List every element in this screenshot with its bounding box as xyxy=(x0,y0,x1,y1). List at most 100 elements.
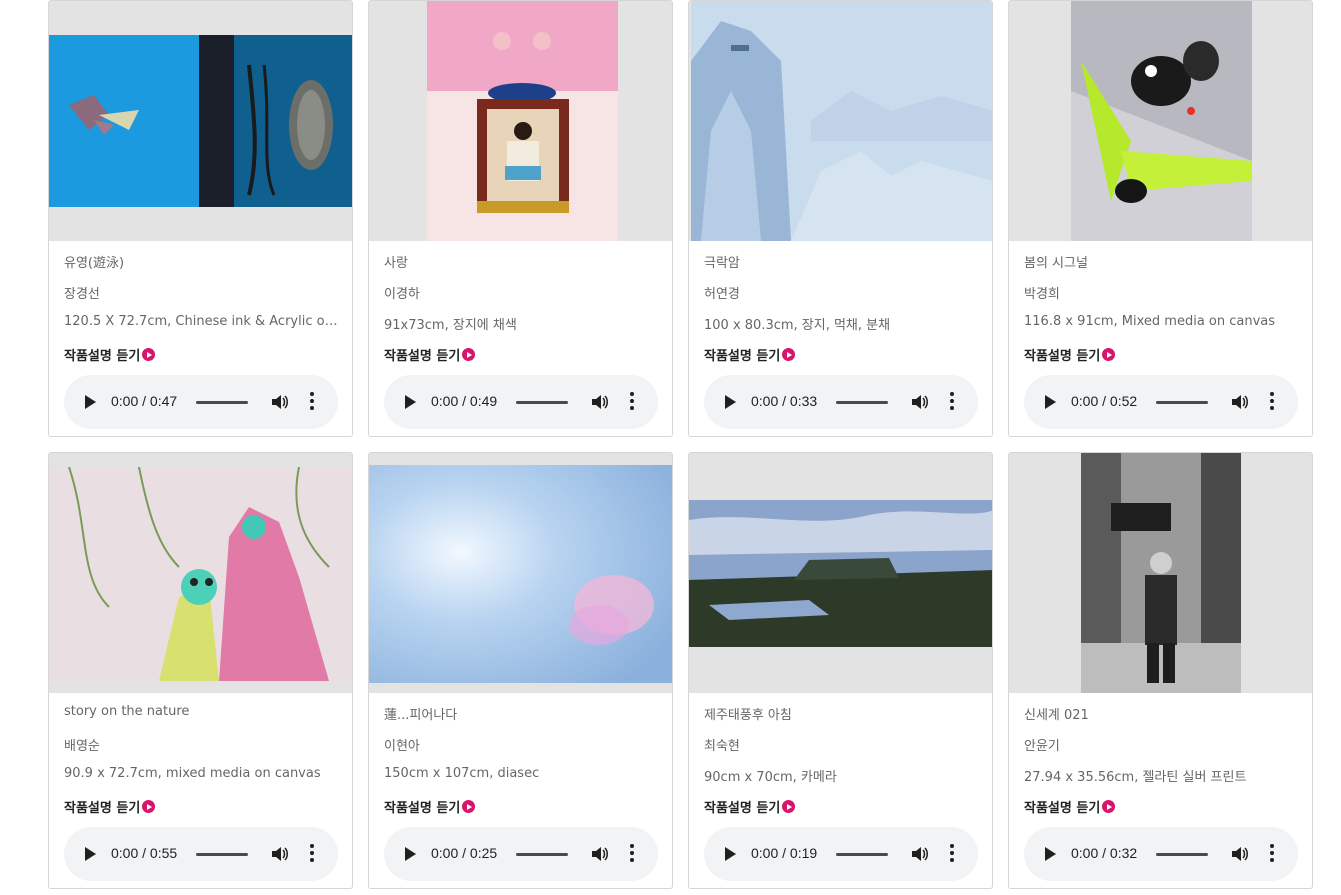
artwork-card: 제주태풍후 아침 최숙현 90cm x 70cm, 카메라 작품설명 듣기 0:… xyxy=(688,452,993,889)
audio-player[interactable]: 0:00 / 0:25 xyxy=(384,827,658,881)
audio-player[interactable]: 0:00 / 0:32 xyxy=(1024,827,1298,881)
listen-description-link[interactable]: 작품설명 듣기 xyxy=(1024,345,1116,364)
artwork-thumbnail[interactable] xyxy=(689,1,992,241)
more-options-icon[interactable] xyxy=(310,392,314,412)
audio-player[interactable]: 0:00 / 0:47 xyxy=(64,375,338,429)
artwork-spec: 116.8 x 91cm, Mixed media on canvas xyxy=(1024,314,1276,329)
artwork-spec: 120.5 X 72.7cm, Chinese ink & Acrylic on… xyxy=(64,314,344,329)
artwork-card: 봄의 시그널 박경희 116.8 x 91cm, Mixed media on … xyxy=(1008,0,1313,437)
play-circle-icon xyxy=(1102,800,1116,813)
listen-label: 작품설명 듣기 xyxy=(1024,801,1101,816)
play-circle-icon xyxy=(782,800,796,813)
artwork-thumbnail[interactable] xyxy=(1009,1,1312,241)
play-icon[interactable] xyxy=(85,847,96,861)
listen-description-link[interactable]: 작품설명 듣기 xyxy=(704,797,796,816)
artwork-artist: 박경희 xyxy=(1024,287,1060,302)
audio-time: 0:00 / 0:33 xyxy=(751,393,818,409)
audio-time: 0:00 / 0:32 xyxy=(1071,845,1138,861)
audio-player[interactable]: 0:00 / 0:19 xyxy=(704,827,978,881)
listen-description-link[interactable]: 작품설명 듣기 xyxy=(64,797,156,816)
audio-progress-bar[interactable] xyxy=(516,401,568,404)
listen-label: 작품설명 듣기 xyxy=(384,349,461,364)
audio-progress-bar[interactable] xyxy=(516,853,568,856)
volume-icon[interactable] xyxy=(270,845,288,863)
audio-progress-bar[interactable] xyxy=(836,401,888,404)
listen-label: 작품설명 듣기 xyxy=(1024,349,1101,364)
artwork-thumbnail[interactable] xyxy=(369,453,672,693)
audio-time: 0:00 / 0:55 xyxy=(111,845,178,861)
listen-description-link[interactable]: 작품설명 듣기 xyxy=(384,797,476,816)
volume-icon[interactable] xyxy=(1230,393,1248,411)
play-circle-icon xyxy=(142,800,156,813)
play-icon[interactable] xyxy=(1045,395,1056,409)
artwork-artist: 배영순 xyxy=(64,739,100,754)
play-circle-icon xyxy=(1102,348,1116,361)
artwork-image[interactable] xyxy=(427,1,618,241)
play-icon[interactable] xyxy=(1045,847,1056,861)
artwork-thumbnail[interactable] xyxy=(689,453,992,693)
audio-player[interactable]: 0:00 / 0:33 xyxy=(704,375,978,429)
volume-icon[interactable] xyxy=(270,393,288,411)
play-icon[interactable] xyxy=(725,847,736,861)
play-circle-icon xyxy=(462,348,476,361)
volume-icon[interactable] xyxy=(590,393,608,411)
play-circle-icon xyxy=(462,800,476,813)
artwork-title: 사랑 xyxy=(384,256,408,271)
artwork-spec: 90cm x 70cm, 카메라 xyxy=(704,770,837,785)
audio-time: 0:00 / 0:52 xyxy=(1071,393,1138,409)
play-icon[interactable] xyxy=(725,395,736,409)
listen-description-link[interactable]: 작품설명 듣기 xyxy=(64,345,156,364)
more-options-icon[interactable] xyxy=(950,392,954,412)
artwork-card: story on the nature 배영순 90.9 x 72.7cm, m… xyxy=(48,452,353,889)
more-options-icon[interactable] xyxy=(310,844,314,864)
artwork-image[interactable] xyxy=(49,467,352,681)
audio-player[interactable]: 0:00 / 0:55 xyxy=(64,827,338,881)
audio-progress-bar[interactable] xyxy=(1156,853,1208,856)
artwork-image[interactable] xyxy=(49,35,352,207)
more-options-icon[interactable] xyxy=(1270,844,1274,864)
listen-label: 작품설명 듣기 xyxy=(64,349,141,364)
listen-label: 작품설명 듣기 xyxy=(64,801,141,816)
artwork-image[interactable] xyxy=(369,465,672,683)
artwork-thumbnail[interactable] xyxy=(49,453,352,693)
artwork-title: 신세계 021 xyxy=(1024,708,1089,723)
audio-player[interactable]: 0:00 / 0:52 xyxy=(1024,375,1298,429)
artwork-image[interactable] xyxy=(1071,1,1252,241)
artwork-title: 극락암 xyxy=(704,256,740,271)
play-icon[interactable] xyxy=(85,395,96,409)
audio-progress-bar[interactable] xyxy=(196,401,248,404)
artwork-title: 蓮...피어나다 xyxy=(384,708,458,723)
artwork-artist: 이현아 xyxy=(384,739,420,754)
artwork-title: story on the nature xyxy=(64,704,190,719)
artwork-artist: 허연경 xyxy=(704,287,740,302)
artwork-thumbnail[interactable] xyxy=(49,1,352,241)
artwork-image[interactable] xyxy=(689,500,992,647)
volume-icon[interactable] xyxy=(1230,845,1248,863)
more-options-icon[interactable] xyxy=(1270,392,1274,412)
volume-icon[interactable] xyxy=(590,845,608,863)
more-options-icon[interactable] xyxy=(630,844,634,864)
audio-time: 0:00 / 0:25 xyxy=(431,845,498,861)
artwork-thumbnail[interactable] xyxy=(369,1,672,241)
listen-description-link[interactable]: 작품설명 듣기 xyxy=(704,345,796,364)
audio-progress-bar[interactable] xyxy=(836,853,888,856)
artwork-artist: 이경하 xyxy=(384,287,420,302)
audio-progress-bar[interactable] xyxy=(1156,401,1208,404)
artwork-thumbnail[interactable] xyxy=(1009,453,1312,693)
volume-icon[interactable] xyxy=(910,393,928,411)
artwork-title: 제주태풍후 아침 xyxy=(704,708,792,723)
listen-description-link[interactable]: 작품설명 듣기 xyxy=(1024,797,1116,816)
audio-progress-bar[interactable] xyxy=(196,853,248,856)
more-options-icon[interactable] xyxy=(630,392,634,412)
volume-icon[interactable] xyxy=(910,845,928,863)
audio-time: 0:00 / 0:19 xyxy=(751,845,818,861)
artwork-image[interactable] xyxy=(1081,453,1241,693)
listen-description-link[interactable]: 작품설명 듣기 xyxy=(384,345,476,364)
play-icon[interactable] xyxy=(405,395,416,409)
play-icon[interactable] xyxy=(405,847,416,861)
artwork-artist: 최숙현 xyxy=(704,739,740,754)
more-options-icon[interactable] xyxy=(950,844,954,864)
audio-player[interactable]: 0:00 / 0:49 xyxy=(384,375,658,429)
artwork-image[interactable] xyxy=(691,1,992,241)
listen-label: 작품설명 듣기 xyxy=(704,349,781,364)
